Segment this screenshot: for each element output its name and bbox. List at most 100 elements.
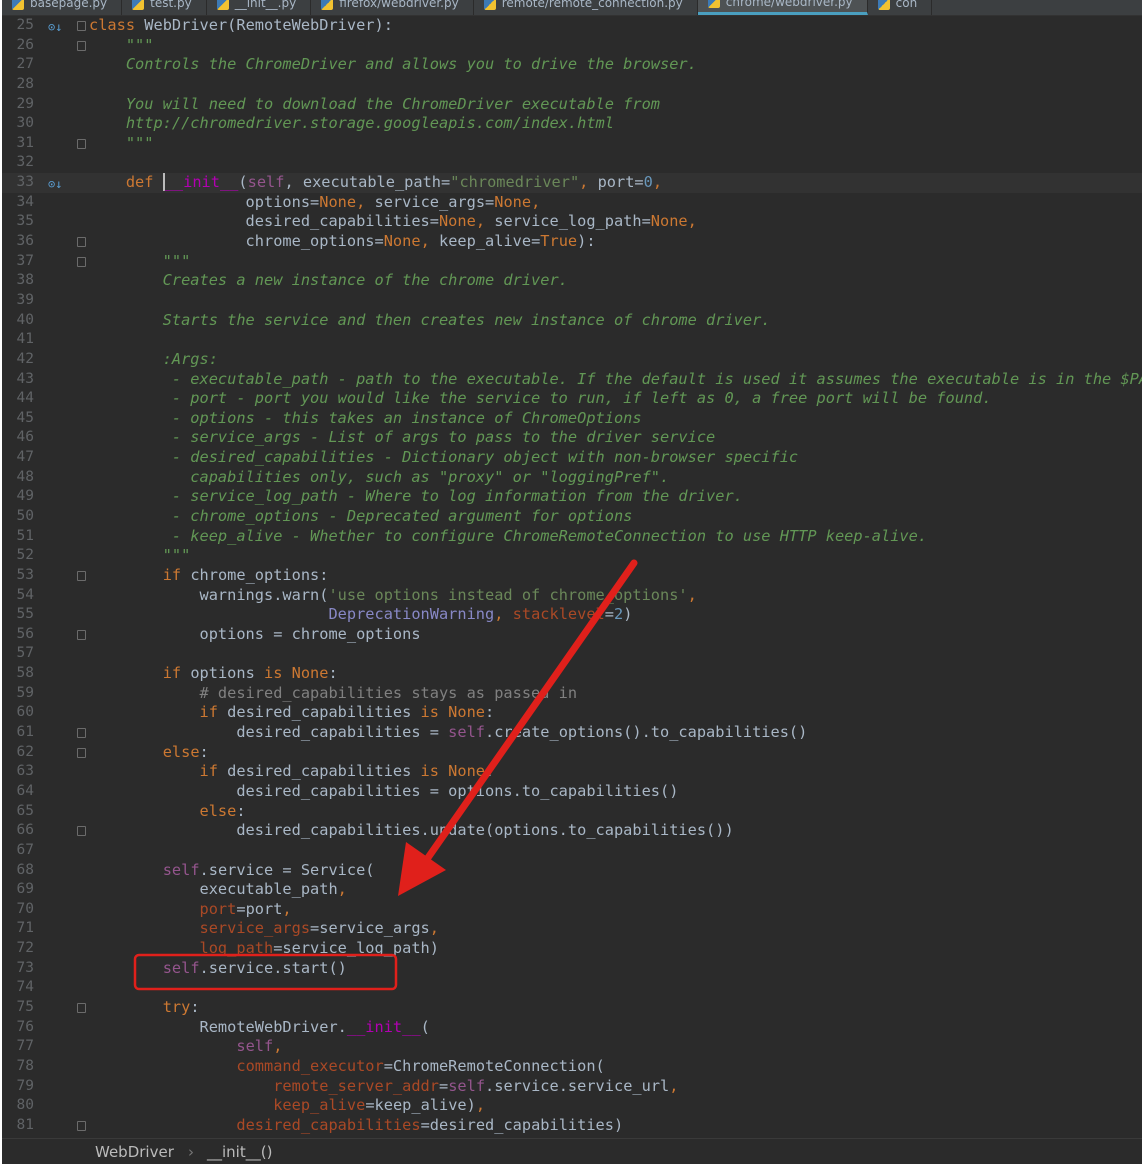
code-line[interactable]: 51 - keep_alive - Whether to configure C… <box>2 527 1142 547</box>
tab-label: remote/remote_connection.py <box>501 0 683 10</box>
code-line[interactable]: 76 RemoteWebDriver.__init__( <box>2 1018 1142 1038</box>
fold-marker-icon[interactable] <box>77 256 86 267</box>
code-line[interactable]: 67 <box>2 841 1142 861</box>
code-line[interactable]: 66 desired_capabilities.update(options.t… <box>2 821 1142 841</box>
code-token: chrome_options= <box>89 232 384 251</box>
code-line[interactable]: 59 # desired_capabilities stays as passe… <box>2 684 1142 704</box>
code-line[interactable]: 70 port=port, <box>2 900 1142 920</box>
code-line[interactable]: 73 self.service.start() <box>2 959 1142 979</box>
code-token: if <box>199 762 218 781</box>
code-line[interactable]: 39 <box>2 291 1142 311</box>
code-line[interactable]: 35 desired_capabilities=None, service_lo… <box>2 212 1142 232</box>
code-text: - options - this takes an instance of Ch… <box>89 409 642 429</box>
code-line[interactable]: 69 executable_path, <box>2 880 1142 900</box>
breadcrumb-item-class[interactable]: WebDriver <box>95 1139 174 1164</box>
code-line[interactable]: 43 - executable_path - path to the execu… <box>2 370 1142 390</box>
code-editor[interactable]: 25 ⊙↓ class WebDriver(RemoteWebDriver): 26 … <box>2 16 1142 1138</box>
fold-marker-icon[interactable] <box>77 1003 86 1013</box>
code-line[interactable]: 53 if chrome_options: <box>2 566 1142 586</box>
tab-label: test.py <box>150 0 192 10</box>
line-number: 36 <box>16 233 34 250</box>
tab-4[interactable]: remote/remote_connection.py <box>474 0 698 15</box>
code-line[interactable]: 78 command_executor=ChromeRemoteConnecti… <box>2 1057 1142 1077</box>
code-line[interactable]: 33 ⊙↓ def __init__(self, executable_path=… <box>2 173 1142 193</box>
code-line[interactable]: 45 - options - this takes an instance of… <box>2 409 1142 429</box>
breadcrumb-item-method[interactable]: __init__() <box>207 1139 272 1164</box>
code-line[interactable]: 25 ⊙↓ class WebDriver(RemoteWebDriver): <box>2 16 1142 36</box>
code-text: if desired_capabilities is None: <box>89 762 495 782</box>
fold-marker-icon[interactable] <box>77 138 86 149</box>
code-line[interactable]: 62 else: <box>2 743 1142 763</box>
line-number: 25 <box>16 17 34 33</box>
python-file-icon <box>132 0 145 10</box>
code-line[interactable]: 32 <box>2 153 1142 173</box>
tab-label: con <box>895 0 918 10</box>
code-token: - desired_capabilities - Dictionary obje… <box>89 448 799 467</box>
tab-6[interactable]: con <box>868 0 933 15</box>
code-line[interactable]: 65 else: <box>2 802 1142 822</box>
code-text: log_path=service_log_path) <box>89 939 439 959</box>
code-line[interactable]: 34 options=None, service_args=None, <box>2 193 1142 213</box>
code-line[interactable]: 46 - service_args - List of args to pass… <box>2 428 1142 448</box>
code-line[interactable]: 75 try: <box>2 998 1142 1018</box>
tab-1[interactable]: test.py <box>122 0 207 15</box>
code-line[interactable]: 63 if desired_capabilities is None: <box>2 762 1142 782</box>
code-line[interactable]: 36 chrome_options=None, keep_alive=True)… <box>2 232 1142 252</box>
code-line[interactable]: 57 <box>2 644 1142 664</box>
code-line[interactable]: 68 self.service = Service( <box>2 861 1142 881</box>
code-text: - keep_alive - Whether to configure Chro… <box>89 527 927 547</box>
code-line[interactable]: 79 remote_server_addr=self.service.servi… <box>2 1077 1142 1097</box>
code-line[interactable]: 81 desired_capabilities=desired_capabili… <box>2 1116 1142 1136</box>
fold-marker-icon[interactable] <box>77 747 86 758</box>
code-line[interactable]: 54 warnings.warn('use options instead of… <box>2 586 1142 606</box>
code-token: - keep_alive - Whether to configure Chro… <box>89 526 928 545</box>
tab-2[interactable]: __init__.py <box>207 0 312 15</box>
code-line[interactable]: 77 self, <box>2 1037 1142 1057</box>
code-line[interactable]: 42 :Args: <box>2 350 1142 370</box>
fold-marker-icon[interactable] <box>77 21 86 31</box>
code-line[interactable]: 50 - chrome_options - Deprecated argumen… <box>2 507 1142 527</box>
code-line[interactable]: 38 Creates a new instance of the chrome … <box>2 271 1142 291</box>
code-line[interactable]: 27 Controls the ChromeDriver and allows … <box>2 55 1142 75</box>
code-line[interactable]: 71 service_args=service_args, <box>2 919 1142 939</box>
fold-marker-icon[interactable] <box>77 728 86 739</box>
code-line[interactable]: 29 You will need to download the ChromeD… <box>2 95 1142 115</box>
code-line[interactable]: 26 """ <box>2 36 1142 56</box>
code-line[interactable]: 41 <box>2 330 1142 350</box>
code-line[interactable]: 28 <box>2 75 1142 95</box>
code-line[interactable]: 48 capabilities only, such as "proxy" or… <box>2 468 1142 488</box>
code-token: "chromedriver" <box>450 173 580 192</box>
code-line[interactable]: 64 desired_capabilities = options.to_cap… <box>2 782 1142 802</box>
code-text: You will need to download the ChromeDriv… <box>89 95 660 115</box>
fold-marker-icon[interactable] <box>77 237 86 248</box>
code-line[interactable]: 61 desired_capabilities = self.create_op… <box>2 723 1142 743</box>
code-line[interactable]: 44 - port - port you would like the serv… <box>2 389 1142 409</box>
code-line[interactable]: 60 if desired_capabilities is None: <box>2 703 1142 723</box>
tab-3[interactable]: firefox/webdriver.py <box>311 0 474 15</box>
code-line[interactable]: 52 """ <box>2 546 1142 566</box>
fold-marker-icon[interactable] <box>77 570 86 581</box>
code-line[interactable]: 72 log_path=service_log_path) <box>2 939 1142 959</box>
python-file-icon <box>321 0 334 10</box>
code-line[interactable]: 55 DeprecationWarning, stacklevel=2) <box>2 605 1142 625</box>
tab-0[interactable]: basepage.py <box>2 0 123 15</box>
code-line[interactable]: 37 """ <box>2 252 1142 272</box>
code-line[interactable]: 40 Starts the service and then creates n… <box>2 311 1142 331</box>
code-line[interactable]: 30 http://chromedriver.storage.googleapi… <box>2 114 1142 134</box>
code-token: service_log_path= <box>494 212 651 231</box>
fold-marker-icon[interactable] <box>77 40 86 51</box>
fold-marker-icon[interactable] <box>77 629 86 640</box>
fold-marker-icon[interactable] <box>77 1120 86 1131</box>
code-token: Creates a new instance of the chrome dri… <box>89 271 568 290</box>
code-line[interactable]: 80 keep_alive=keep_alive), <box>2 1096 1142 1116</box>
code-line[interactable]: 47 - desired_capabilities - Dictionary o… <box>2 448 1142 468</box>
code-line[interactable]: 74 <box>2 978 1142 998</box>
code-token: : <box>199 742 209 761</box>
code-text: desired_capabilities = options.to_capabi… <box>89 782 678 802</box>
code-line[interactable]: 49 - service_log_path - Where to log inf… <box>2 487 1142 507</box>
code-line[interactable]: 31 """ <box>2 134 1142 154</box>
tab-5[interactable]: chrome/webdriver.py <box>697 0 868 15</box>
code-line[interactable]: 56 options = chrome_options <box>2 625 1142 645</box>
fold-marker-icon[interactable] <box>77 826 86 837</box>
code-line[interactable]: 58 if options is None: <box>2 664 1142 684</box>
